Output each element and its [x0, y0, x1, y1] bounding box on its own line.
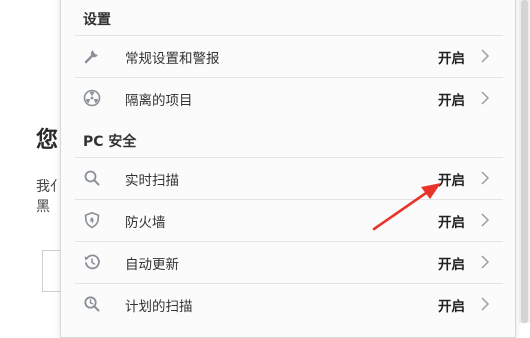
chevron-right-icon — [479, 89, 491, 107]
section-title-pc-security: PC 安全 — [83, 134, 137, 150]
settings-item-realtime-scan[interactable]: 实时扫描 开启 — [61, 157, 515, 199]
background-text-line: 黑 — [36, 199, 50, 215]
settings-item-quarantine[interactable]: 隔离的项目 开启 — [61, 77, 515, 119]
divider — [75, 241, 503, 242]
divider — [75, 77, 503, 78]
background-heading: 您 — [36, 128, 59, 153]
search-icon — [83, 169, 101, 187]
chevron-right-icon — [479, 169, 491, 187]
settings-item-firewall[interactable]: 防火墙 开启 — [61, 199, 515, 241]
status-text: 开启 — [438, 173, 465, 189]
settings-item-general[interactable]: 常规设置和警报 开启 — [61, 35, 515, 77]
divider — [75, 35, 503, 36]
scrollbar[interactable] — [519, 0, 530, 323]
settings-item-label: 自动更新 — [125, 257, 179, 273]
shield-icon — [83, 211, 101, 229]
settings-item-label: 实时扫描 — [125, 173, 179, 189]
settings-item-label: 防火墙 — [125, 215, 166, 231]
status-text: 开启 — [438, 51, 465, 67]
status-text: 开启 — [438, 299, 465, 315]
chevron-right-icon — [479, 47, 491, 65]
wrench-icon — [83, 47, 101, 65]
chevron-right-icon — [479, 295, 491, 313]
settings-item-auto-update[interactable]: 自动更新 开启 — [61, 241, 515, 283]
divider — [75, 199, 503, 200]
section-title-settings: 设置 — [83, 12, 111, 28]
quarantine-icon — [83, 89, 101, 107]
settings-panel: 设置 常规设置和警报 开启 隔离的项目 开启 PC 安全 实时扫描 开启 防火墙… — [60, 0, 516, 338]
settings-item-label: 隔离的项目 — [125, 93, 193, 109]
settings-item-label: 常规设置和警报 — [125, 51, 220, 67]
status-text: 开启 — [438, 257, 465, 273]
divider — [75, 157, 503, 158]
update-icon — [83, 253, 101, 271]
chevron-right-icon — [479, 253, 491, 271]
chevron-right-icon — [479, 211, 491, 229]
scrollbar-thumb[interactable] — [521, 0, 528, 323]
settings-item-label: 计划的扫描 — [125, 299, 193, 315]
divider — [75, 283, 503, 284]
status-text: 开启 — [438, 215, 465, 231]
status-text: 开启 — [438, 93, 465, 109]
scheduled-scan-icon — [83, 295, 101, 313]
settings-item-scheduled-scan[interactable]: 计划的扫描 开启 — [61, 283, 515, 325]
